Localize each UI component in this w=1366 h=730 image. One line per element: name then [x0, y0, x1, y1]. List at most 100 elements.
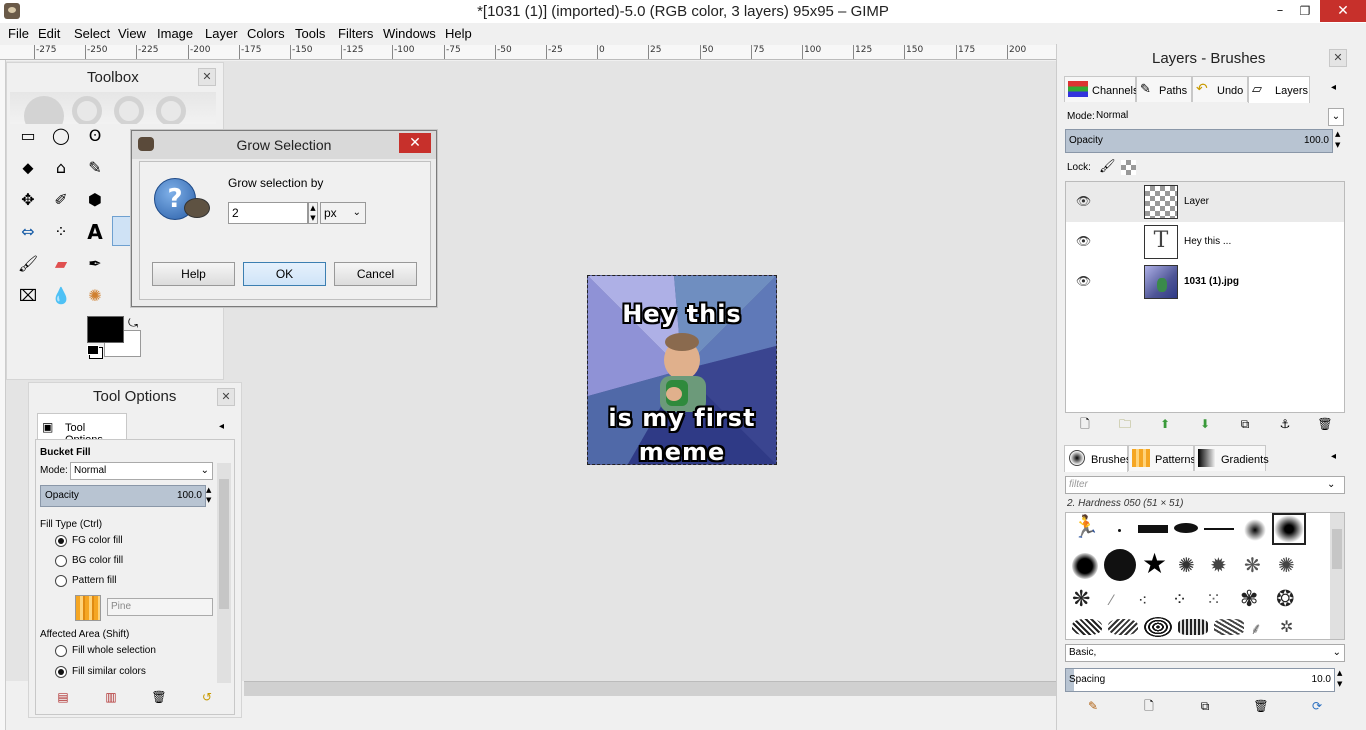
brushes-panel-menu-icon[interactable]: ◂ — [1331, 451, 1336, 462]
fill-whole-selection-radio[interactable] — [55, 645, 67, 657]
brush-item[interactable]: ❋ — [1072, 587, 1090, 612]
maximize-button[interactable]: ❐ — [1292, 0, 1318, 22]
raise-layer-icon[interactable]: ⬆ — [1157, 416, 1173, 432]
eraser-icon[interactable]: ▰ — [49, 252, 73, 276]
layer-opacity-spinner[interactable]: ▲ ▼ — [1335, 129, 1343, 153]
color-picker-icon[interactable]: ✎ — [83, 156, 107, 180]
spacing-spinner[interactable]: ▲ ▼ — [1337, 668, 1345, 692]
smudge-tool-icon[interactable]: ✺ — [83, 284, 107, 308]
lower-layer-icon[interactable]: ⬇ — [1197, 416, 1213, 432]
close-window-button[interactable]: ✕ — [1320, 0, 1366, 22]
tab-brushes[interactable]: Brushes — [1064, 445, 1131, 472]
minimize-button[interactable]: – — [1267, 0, 1293, 22]
brush-item[interactable] — [1204, 528, 1234, 530]
brush-selected-item[interactable] — [1272, 513, 1306, 545]
layers-panel-menu-icon[interactable]: ◂ — [1331, 82, 1336, 93]
brush-item[interactable]: ✺ — [1178, 553, 1195, 577]
default-colors-icon[interactable] — [87, 345, 99, 355]
menu-view[interactable]: View — [118, 23, 146, 44]
brush-item[interactable]: ⁘ — [1172, 589, 1187, 610]
pattern-preview[interactable] — [75, 595, 101, 621]
brush-item[interactable]: ✺ — [1278, 553, 1295, 577]
flip-tool-icon[interactable]: ⇔ — [16, 220, 40, 244]
menu-image[interactable]: Image — [157, 23, 193, 44]
ellipse-select-icon[interactable]: ◯ — [49, 124, 73, 148]
meme-image[interactable]: Hey this is my first meme — [587, 275, 777, 465]
foreground-select-icon[interactable]: ⌂ — [49, 156, 73, 180]
eye-icon[interactable]: 👁 — [1076, 274, 1091, 288]
brush-grid[interactable]: 🏃 ★ ✺ ✹ ❋ ✺ ❋ ⁄ ⁖ ⁘ ⁙ ✾ ❂ ⸙ ✲ — [1065, 512, 1345, 640]
tab-tool-options[interactable]: ▣ Tool Options — [37, 413, 127, 446]
new-brush-icon[interactable]: 🗋 — [1141, 698, 1157, 714]
ok-button[interactable]: OK — [243, 262, 326, 286]
brush-item[interactable]: ⁖ — [1138, 591, 1147, 610]
menu-windows[interactable]: Windows — [383, 23, 436, 44]
paintbrush-icon[interactable]: 🖌 — [16, 252, 40, 276]
fill-similar-colors-radio[interactable] — [55, 666, 67, 678]
brush-item[interactable]: ✾ — [1240, 587, 1258, 612]
rect-select-icon[interactable]: ▭ — [16, 124, 40, 148]
unit-dropdown[interactable]: px ⌄ — [320, 202, 366, 224]
brush-item[interactable] — [1118, 529, 1121, 532]
transform-tool-icon[interactable]: ⬢ — [83, 188, 107, 212]
menu-filters[interactable]: Filters — [338, 23, 373, 44]
eye-icon[interactable]: 👁 — [1076, 234, 1091, 248]
brush-item[interactable] — [1144, 617, 1172, 637]
brush-item[interactable]: ⁙ — [1206, 589, 1221, 610]
layer-mode-dropdown[interactable]: Normal ⌄ — [1064, 108, 1344, 126]
layer-opacity-slider[interactable]: Opacity 100.0 — [1065, 129, 1333, 153]
blur-tool-icon[interactable]: 💧 — [49, 284, 73, 308]
brush-item[interactable] — [1108, 619, 1138, 635]
brush-item[interactable]: ⁄ — [1110, 593, 1112, 609]
tab-channels[interactable]: Channels — [1064, 76, 1138, 102]
bucket-fill-tool-selected[interactable] — [112, 216, 132, 246]
brush-item[interactable]: ❂ — [1276, 587, 1294, 612]
delete-options-icon[interactable]: 🗑 — [151, 689, 167, 705]
brush-item[interactable]: ★ — [1142, 549, 1167, 579]
tab-gradients[interactable]: Gradients — [1194, 445, 1269, 471]
lock-alpha-icon[interactable] — [1121, 160, 1136, 175]
new-layer-group-icon[interactable]: 🗀 — [1117, 416, 1133, 432]
eye-icon[interactable]: 👁 — [1076, 194, 1091, 208]
tab-layers[interactable]: ▱ Layers — [1248, 76, 1310, 103]
move-tool-icon[interactable]: ✥ — [16, 188, 40, 212]
brush-item[interactable]: ✲ — [1280, 617, 1293, 636]
layer-row[interactable]: 👁 T Hey this ... — [1066, 222, 1344, 262]
pattern-name-field[interactable]: Pine — [107, 598, 213, 616]
menu-help[interactable]: Help — [445, 23, 472, 44]
dialog-close-button[interactable]: ✕ — [399, 133, 431, 153]
layer-row[interactable]: 👁 1031 (1).jpg — [1066, 262, 1344, 302]
brush-item[interactable]: ⸙ — [1250, 617, 1262, 639]
edit-brush-icon[interactable]: ✎ — [1085, 698, 1101, 714]
opacity-slider[interactable]: Opacity 100.0 — [40, 485, 206, 507]
delete-brush-icon[interactable]: 🗑 — [1253, 698, 1269, 714]
menu-select[interactable]: Select — [74, 23, 110, 44]
tool-options-scrollbar[interactable] — [217, 463, 231, 683]
restore-options-icon[interactable]: ▥ — [103, 689, 119, 705]
anchor-layer-icon[interactable]: ⚓ — [1277, 416, 1293, 432]
brush-item[interactable] — [1174, 523, 1198, 533]
fg-fill-radio[interactable] — [55, 535, 67, 547]
layers-dock-close-icon[interactable]: ✕ — [1329, 49, 1347, 67]
cage-transform-icon[interactable]: ⁘ — [49, 220, 73, 244]
brush-grid-scrollbar[interactable] — [1330, 513, 1344, 639]
lock-pixels-icon[interactable]: 🖌 — [1099, 159, 1116, 174]
menu-colors[interactable]: Colors — [247, 23, 285, 44]
reset-options-icon[interactable]: ↺ — [199, 689, 215, 705]
brush-item[interactable] — [1244, 519, 1266, 541]
layer-row[interactable]: 👁 Layer — [1066, 182, 1344, 222]
delete-layer-icon[interactable]: 🗑 — [1317, 416, 1333, 432]
brush-preset-dropdown[interactable]: Basic, ⌄ — [1065, 644, 1345, 662]
grow-amount-spinner[interactable]: ▲ ▼ — [308, 202, 318, 224]
duplicate-brush-icon[interactable]: ⧉ — [1197, 698, 1213, 714]
new-layer-icon[interactable]: 🗋 — [1077, 416, 1093, 432]
tab-undo[interactable]: ↶ Undo — [1192, 76, 1248, 102]
help-button[interactable]: Help — [152, 262, 235, 286]
clone-tool-icon[interactable]: ⌧ — [16, 284, 40, 308]
pattern-fill-radio[interactable] — [55, 575, 67, 587]
menu-layer[interactable]: Layer — [205, 23, 238, 44]
refresh-brushes-icon[interactable]: ⟳ — [1309, 698, 1325, 714]
brush-item[interactable] — [1104, 549, 1136, 581]
grow-amount-input[interactable]: 2 — [228, 202, 308, 224]
horizontal-scrollbar[interactable] — [244, 681, 1056, 696]
